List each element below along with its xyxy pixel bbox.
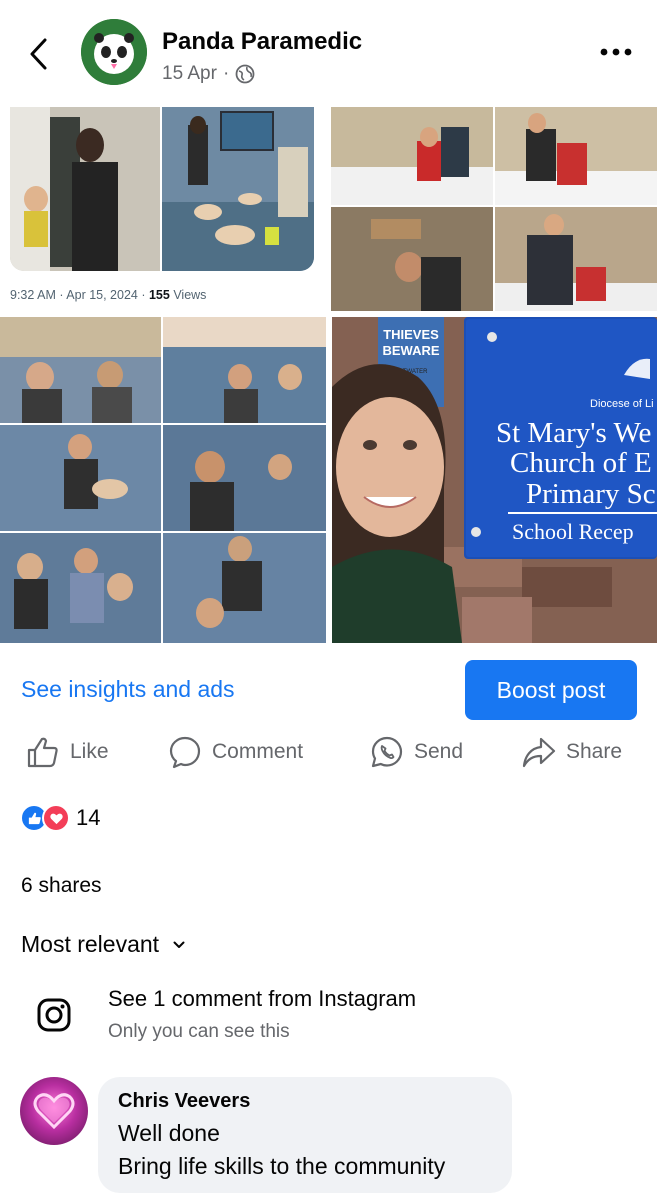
comment-author[interactable]: Chris Veevers <box>118 1090 250 1113</box>
sign-beware: BEWARE <box>382 343 439 358</box>
page-name[interactable]: Panda Paramedic <box>162 28 362 56</box>
whatsapp-icon <box>371 736 403 768</box>
thumbs-up-icon <box>27 737 58 768</box>
post-meta: 15 Apr · <box>162 63 255 85</box>
back-arrow-icon[interactable] <box>26 36 54 72</box>
page-avatar[interactable] <box>81 19 147 85</box>
like-button[interactable]: Like <box>26 730 109 774</box>
sign-line3: Primary Sc <box>526 478 656 510</box>
tweet-time: 9:32 AM · Apr 15, 2024 · <box>10 288 149 302</box>
see-insights-link[interactable]: See insights and ads <box>21 676 235 703</box>
post-date[interactable]: 15 Apr <box>162 63 217 85</box>
globe-icon <box>235 64 255 84</box>
shares-count[interactable]: 6 shares <box>21 874 102 898</box>
commenter-avatar[interactable] <box>20 1077 88 1145</box>
sign-thieves: THIEVES <box>383 327 439 342</box>
reactions-summary[interactable]: 14 <box>20 804 100 832</box>
photo-children-collage[interactable] <box>0 317 326 643</box>
chevron-down-icon <box>173 941 185 948</box>
comment-text-line-1: Well done <box>118 1120 220 1146</box>
sign-line4: School Recep <box>512 519 634 544</box>
instagram-comment-link[interactable]: See 1 comment from Instagram <box>108 986 416 1012</box>
reaction-count: 14 <box>76 805 101 830</box>
sign-line2: Church of E <box>510 447 652 479</box>
photo-school-sign-selfie[interactable]: THIEVES BEWARE ARTWATER Diocese of Li St… <box>332 317 657 643</box>
comment-bubble[interactable]: Chris Veevers Well done Bring life skill… <box>98 1077 512 1193</box>
post-actions-bar: Like Comment Send Share <box>0 730 657 774</box>
tweet-meta: 9:32 AM · Apr 15, 2024 · 155 Views <box>10 288 206 302</box>
share-label: Share <box>566 740 623 763</box>
love-reaction-icon <box>42 804 70 832</box>
comment-bubble-icon <box>169 736 201 769</box>
sort-label: Most relevant <box>21 931 160 957</box>
instagram-comment-note: Only you can see this <box>108 1021 290 1042</box>
tweet-views-count: 155 <box>148 288 170 302</box>
share-button[interactable]: Share <box>522 730 622 774</box>
like-label: Like <box>70 740 109 763</box>
comment-text-line-2: Bring life skills to the community <box>118 1153 446 1179</box>
photo-tweet-screenshot[interactable]: 9:32 AM · Apr 15, 2024 · 155 Views <box>0 107 326 314</box>
send-button[interactable]: Send <box>370 730 463 774</box>
photo-classroom-collage[interactable] <box>331 107 657 311</box>
boost-post-button[interactable]: Boost post <box>465 660 637 720</box>
tweet-views-label: Views <box>169 288 207 302</box>
send-label: Send <box>414 740 464 763</box>
sign-line1: St Mary's We <box>496 417 651 449</box>
meta-separator: · <box>222 63 230 84</box>
more-options-icon[interactable] <box>598 44 634 60</box>
comment-label: Comment <box>212 740 304 763</box>
comment-button[interactable]: Comment <box>168 730 303 774</box>
instagram-icon <box>37 998 71 1032</box>
comment-sort-dropdown[interactable]: Most relevant <box>21 931 185 958</box>
photo-grid[interactable]: 9:32 AM · Apr 15, 2024 · 155 Views THIEV… <box>0 107 657 643</box>
tweet-images <box>10 107 314 271</box>
share-arrow-icon <box>522 737 556 768</box>
sign-diocese: Diocese of Li <box>590 398 654 410</box>
post-header: Panda Paramedic 15 Apr · <box>0 0 657 107</box>
